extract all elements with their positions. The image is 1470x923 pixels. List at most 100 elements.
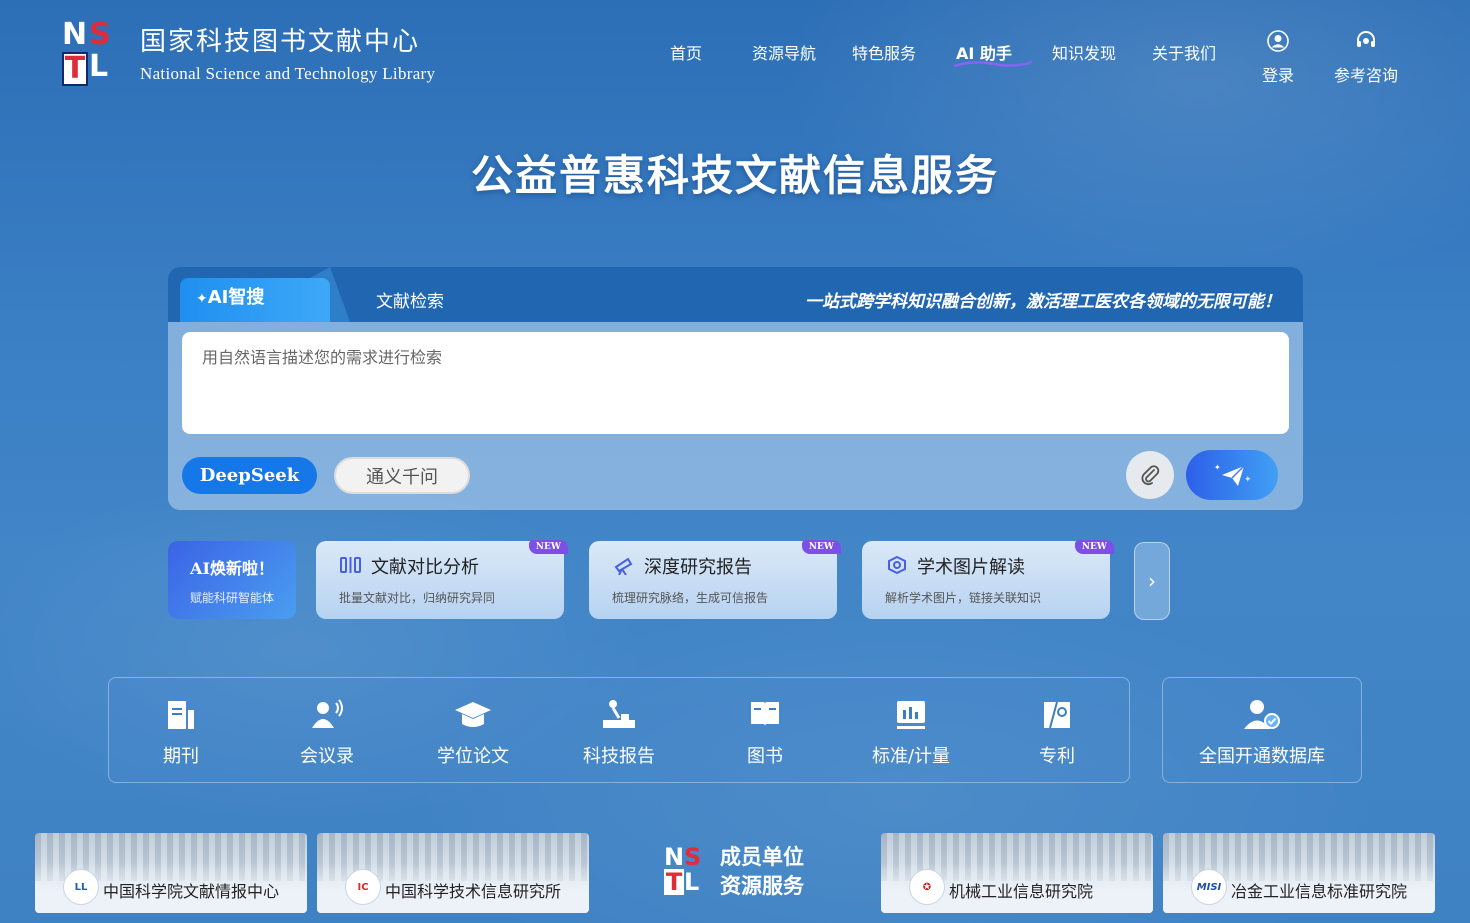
feature-title: 文献对比分析 bbox=[371, 557, 479, 578]
member-unit-name: 中国科学院文献情报中心 bbox=[103, 882, 280, 901]
database-label: 全国开通数据库 bbox=[1199, 746, 1325, 767]
nav-resource-navigation[interactable]: 资源导航 bbox=[752, 40, 816, 64]
resource-conference[interactable]: 会议录 bbox=[277, 698, 377, 768]
feature-title: 学术图片解读 bbox=[917, 557, 1025, 578]
new-badge: NEW bbox=[1074, 540, 1114, 554]
user-icon bbox=[1267, 30, 1289, 52]
attach-file-button[interactable] bbox=[1126, 451, 1174, 499]
istic-logo: IC bbox=[345, 869, 381, 905]
feature-card-deep-research[interactable]: 深度研究报告 梳理研究脉络，生成可信报告 NEW bbox=[589, 540, 841, 619]
nav-about-us[interactable]: 关于我们 bbox=[1152, 40, 1216, 64]
send-button[interactable]: ✦ ✦ bbox=[1186, 450, 1278, 500]
feature-desc: 批量文献对比，归纳研究异同 bbox=[339, 591, 496, 605]
national-database-button[interactable]: 全国开通数据库 bbox=[1162, 677, 1362, 783]
small-logo-l: L bbox=[684, 868, 700, 896]
resource-label: 标准/计量 bbox=[871, 746, 951, 767]
journal-icon bbox=[168, 701, 194, 729]
tab-ai-search-label: AI智搜 bbox=[207, 287, 265, 308]
member-unit-misi[interactable]: MISI 冶金工业信息标准研究院 bbox=[1163, 833, 1435, 913]
member-services-heading: N S T L 成员单位 资源服务 bbox=[662, 843, 842, 903]
sparkle-underline-icon bbox=[954, 60, 1033, 68]
resource-thesis[interactable]: 学位论文 bbox=[423, 698, 523, 768]
ai-promo-title: AI焕新啦！ bbox=[190, 559, 274, 578]
resource-book[interactable]: 图书 bbox=[715, 698, 815, 768]
nstl-logo-mark: N S T L bbox=[60, 18, 118, 86]
search-textarea-wrapper bbox=[182, 332, 1289, 434]
small-logo-t: T bbox=[664, 868, 684, 896]
member-unit-name: 机械工业信息研究院 bbox=[949, 882, 1094, 901]
graduation-cap-icon bbox=[455, 702, 491, 727]
nav-featured-services[interactable]: 特色服务 bbox=[852, 40, 916, 64]
logo-letter-l: L bbox=[89, 49, 109, 84]
resource-standard[interactable]: 标准/计量 bbox=[861, 698, 961, 768]
logo-letter-n: N bbox=[62, 17, 88, 52]
member-services-title: 成员单位 资源服务 bbox=[720, 843, 804, 901]
svg-text:✦: ✦ bbox=[1244, 475, 1252, 485]
paper-plane-icon: ✦ ✦ bbox=[1214, 463, 1252, 486]
feature-card-compare[interactable]: 文献对比分析 批量文献对比，归纳研究异同 NEW bbox=[316, 540, 568, 619]
search-input[interactable] bbox=[182, 332, 1289, 383]
report-icon bbox=[603, 700, 635, 728]
resource-tech-report[interactable]: 科技报告 bbox=[569, 698, 669, 768]
headset-icon bbox=[1357, 31, 1375, 47]
image-analysis-icon bbox=[888, 555, 906, 575]
small-logo-n: N bbox=[664, 843, 685, 871]
resource-label: 会议录 bbox=[300, 746, 354, 767]
feature-desc: 梳理研究脉络，生成可信报告 bbox=[612, 591, 769, 605]
logo-text: 国家科技图书文献中心 National Science and Technolo… bbox=[140, 21, 435, 84]
nav-home[interactable]: 首页 bbox=[670, 40, 702, 64]
feature-title: 深度研究报告 bbox=[644, 557, 752, 578]
chevron-right-icon: › bbox=[1148, 569, 1156, 593]
sparkle-icon: ✦ bbox=[196, 291, 208, 307]
member-heading-line2: 资源服务 bbox=[720, 874, 804, 898]
site-logo[interactable]: N S T L 国家科技图书文献中心 National Science and … bbox=[60, 18, 435, 86]
logo-letter-t: T bbox=[62, 52, 88, 86]
misi-logo: MISI bbox=[1191, 869, 1227, 905]
conference-icon bbox=[312, 699, 343, 728]
paperclip-icon bbox=[1141, 465, 1160, 486]
ai-promo-subtitle: 赋能科研智能体 bbox=[189, 591, 274, 605]
reference-consult-button[interactable]: 参考咨询 bbox=[1334, 30, 1398, 86]
small-logo-s: S bbox=[684, 843, 702, 871]
telescope-icon bbox=[614, 557, 633, 575]
new-badge: NEW bbox=[801, 540, 841, 554]
cas-library-logo: LL bbox=[63, 869, 99, 905]
resource-label: 学位论文 bbox=[437, 746, 509, 767]
login-button[interactable]: 登录 bbox=[1262, 30, 1294, 86]
resource-journal[interactable]: 期刊 bbox=[131, 698, 231, 768]
member-unit-cas-library[interactable]: LL 中国科学院文献情报中心 bbox=[35, 833, 307, 913]
new-badge: NEW bbox=[528, 540, 568, 554]
member-unit-istic[interactable]: IC 中国科学技术信息研究所 bbox=[317, 833, 589, 913]
svg-text:✦: ✦ bbox=[1214, 463, 1221, 472]
features-next-button[interactable]: › bbox=[1134, 542, 1170, 620]
nav-knowledge-discovery[interactable]: 知识发现 bbox=[1052, 40, 1116, 64]
compare-icon bbox=[340, 557, 361, 573]
login-label: 登录 bbox=[1262, 66, 1295, 85]
book-icon bbox=[751, 702, 779, 726]
resource-patent[interactable]: 专利 bbox=[1007, 698, 1107, 768]
search-panel: ✦AI智搜 文献检索 一站式跨学科知识融合创新，激活理工医农各领域的无限可能！ … bbox=[168, 267, 1303, 510]
logo-name-en: National Science and Technology Library bbox=[140, 63, 436, 83]
tab-ai-search[interactable]: ✦AI智搜 bbox=[180, 278, 330, 322]
member-unit-name: 冶金工业信息标准研究院 bbox=[1231, 882, 1408, 901]
standard-icon bbox=[897, 701, 925, 729]
cmiri-logo: ✪ bbox=[909, 869, 945, 905]
patent-icon bbox=[1044, 701, 1070, 729]
resource-label: 专利 bbox=[1039, 746, 1075, 767]
resource-label: 图书 bbox=[747, 746, 783, 767]
feature-card-image-analysis[interactable]: 学术图片解读 解析学术图片，链接关联知识 NEW bbox=[862, 540, 1114, 619]
logo-letter-s: S bbox=[89, 17, 111, 52]
member-unit-name: 中国科学技术信息研究所 bbox=[385, 882, 562, 901]
nav-ai-assistant[interactable]: AI 助手 bbox=[954, 40, 1033, 68]
model-deepseek-button[interactable]: DeepSeek bbox=[182, 457, 317, 494]
member-heading-line1: 成员单位 bbox=[720, 845, 804, 869]
member-unit-cmiri[interactable]: ✪ 机械工业信息研究院 bbox=[881, 833, 1153, 913]
resource-label: 期刊 bbox=[163, 746, 199, 767]
search-slogan: 一站式跨学科知识融合创新，激活理工医农各领域的无限可能！ bbox=[805, 292, 1281, 312]
feature-desc: 解析学术图片，链接关联知识 bbox=[885, 591, 1042, 605]
tab-literature-search[interactable]: 文献检索 bbox=[376, 287, 444, 312]
ai-promo-card[interactable]: AI焕新啦！ 赋能科研智能体 bbox=[168, 541, 296, 619]
user-verified-icon bbox=[1244, 700, 1280, 729]
logo-name-cn: 国家科技图书文献中心 bbox=[140, 26, 421, 57]
model-tongyi-button[interactable]: 通义千问 bbox=[334, 457, 470, 494]
